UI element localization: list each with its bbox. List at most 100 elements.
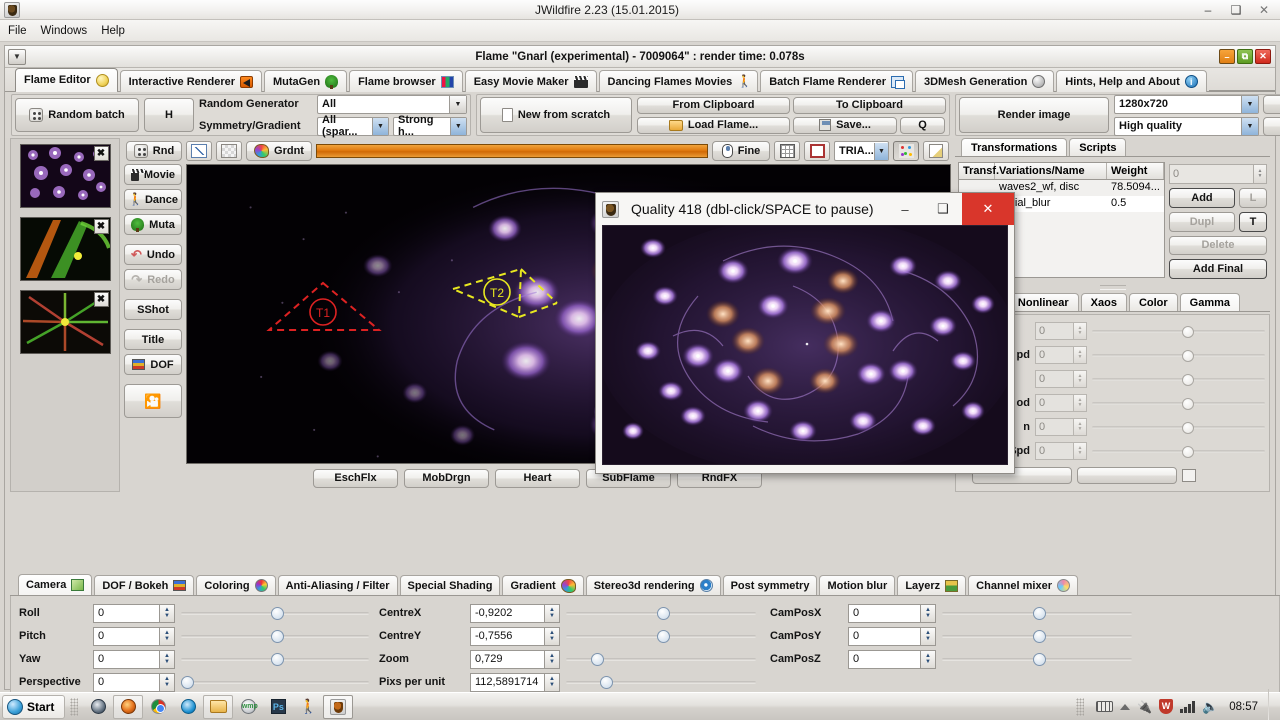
quality-maximize-button[interactable]: ❑ bbox=[924, 193, 962, 225]
camposz-field[interactable]: 0 ▲ ▼ bbox=[848, 649, 936, 669]
show-frame-button[interactable] bbox=[804, 141, 830, 161]
start-button[interactable]: Start bbox=[2, 694, 66, 719]
frame-restore-button[interactable]: ⧉ bbox=[1237, 49, 1253, 64]
camposy-field[interactable]: 0 ▲ ▼ bbox=[848, 626, 936, 646]
gradient-button[interactable]: Grdnt bbox=[246, 141, 312, 161]
speaker-icon[interactable]: 🔈 bbox=[1202, 699, 1218, 715]
t-button[interactable]: T bbox=[1239, 211, 1267, 232]
gamma-slider[interactable] bbox=[1092, 346, 1265, 364]
to-clipboard-button[interactable]: To Clipboard bbox=[793, 96, 946, 114]
camposz-slider[interactable] bbox=[942, 649, 1132, 669]
tab-coloring[interactable]: Coloring bbox=[196, 575, 276, 595]
spinner-arrows-icon[interactable]: ▲ ▼ bbox=[1073, 395, 1086, 411]
taskbar-opera-icon[interactable] bbox=[83, 695, 113, 719]
centrex-field[interactable]: -0,9202 ▲ ▼ bbox=[470, 603, 560, 623]
dance-button[interactable]: 🚶 Dance bbox=[124, 189, 182, 210]
tab-interactive-renderer[interactable]: Interactive Renderer bbox=[119, 70, 263, 92]
spinner-arrows-icon[interactable]: ▲ ▼ bbox=[920, 627, 935, 645]
save-button[interactable]: Save... bbox=[793, 116, 897, 134]
from-clipboard-button[interactable]: From Clipboard bbox=[637, 96, 790, 114]
gamma-slider[interactable] bbox=[1092, 442, 1265, 460]
resolution-options-button[interactable]: ... bbox=[1263, 94, 1280, 114]
camposx-slider[interactable] bbox=[942, 603, 1132, 623]
menu-item-file[interactable]: File bbox=[8, 25, 27, 37]
zoom-slider[interactable] bbox=[566, 649, 756, 669]
rnd-button[interactable]: Rnd bbox=[126, 141, 182, 161]
taskbar-photoshop-icon[interactable]: Ps bbox=[263, 695, 293, 719]
gamma-spinner[interactable]: 0 ▲ ▼ bbox=[1035, 418, 1087, 436]
pitch-slider[interactable] bbox=[181, 626, 369, 646]
minimize-button[interactable]: – bbox=[1194, 1, 1222, 19]
roll-slider[interactable] bbox=[181, 603, 369, 623]
tab-easy-movie-maker[interactable]: Easy Movie Maker bbox=[464, 70, 597, 92]
taskbar-firefox-icon[interactable] bbox=[113, 694, 144, 719]
random-generator-combo[interactable]: All ▼ bbox=[317, 94, 467, 114]
close-icon[interactable]: ✖ bbox=[93, 146, 109, 161]
quality-close-button[interactable]: ✕ bbox=[962, 193, 1014, 225]
taskbar-ie-icon[interactable] bbox=[173, 695, 203, 719]
frame-close-button[interactable]: ✕ bbox=[1255, 49, 1271, 64]
menu-item-windows[interactable]: Windows bbox=[41, 25, 88, 37]
taskbar-explorer-icon[interactable] bbox=[203, 694, 234, 719]
spinner-arrows-icon[interactable]: ▲ ▼ bbox=[544, 673, 559, 691]
quality-minimize-button[interactable]: – bbox=[886, 193, 924, 225]
frame-minimize-button[interactable]: – bbox=[1219, 49, 1235, 64]
transform-triangle-t1[interactable]: T1 bbox=[265, 275, 385, 345]
taskbar-runner-icon[interactable]: 🚶 bbox=[293, 695, 323, 719]
dof-button[interactable]: DOF bbox=[124, 354, 182, 375]
spinner-arrows-icon[interactable]: ▲ ▼ bbox=[1073, 347, 1086, 363]
new-from-scratch-button[interactable]: New from scratch bbox=[480, 97, 632, 133]
transparency-button[interactable] bbox=[216, 141, 242, 161]
q-button[interactable]: Q bbox=[900, 116, 945, 134]
spinner-arrows-icon[interactable]: ▲ ▼ bbox=[920, 604, 935, 622]
sshot-button[interactable]: SShot bbox=[124, 299, 182, 320]
spinner-arrows-icon[interactable]: ▲ ▼ bbox=[544, 627, 559, 645]
tab-post-symmetry[interactable]: Post symmetry bbox=[722, 575, 818, 595]
close-icon[interactable]: ✖ bbox=[93, 292, 109, 307]
tab-channel-mixer[interactable]: Channel mixer bbox=[968, 575, 1078, 595]
tab-nonlinear[interactable]: Nonlinear bbox=[1007, 293, 1079, 311]
close-icon[interactable]: ✖ bbox=[93, 219, 109, 234]
taskbar-media-player-icon[interactable]: wmp bbox=[233, 695, 263, 719]
tab-layerz[interactable]: Layerz bbox=[897, 575, 967, 595]
resolution-combo[interactable]: 1280x720 ▼ bbox=[1114, 94, 1259, 114]
spinner-arrows-icon[interactable]: ▲ ▼ bbox=[544, 650, 559, 668]
show-grid-button[interactable] bbox=[774, 141, 800, 161]
spinner-arrows-icon[interactable]: ▲ ▼ bbox=[1253, 165, 1266, 183]
redo-button[interactable]: ↷ Redo bbox=[124, 269, 182, 290]
spinner-arrows-icon[interactable]: ▲ ▼ bbox=[544, 604, 559, 622]
gamma-spinner[interactable]: 0 ▲ ▼ bbox=[1035, 322, 1087, 340]
tab-dof-bokeh[interactable]: DOF / Bokeh bbox=[94, 575, 195, 595]
h-button[interactable]: H bbox=[144, 98, 194, 132]
delete-transform-button[interactable]: Delete bbox=[1168, 235, 1267, 255]
mobdrgn-button[interactable]: MobDrgn bbox=[404, 468, 489, 488]
tab-camera[interactable]: Camera bbox=[18, 574, 93, 595]
spinner-arrows-icon[interactable]: ▲ ▼ bbox=[159, 673, 174, 691]
notes-button[interactable] bbox=[923, 141, 949, 161]
tray-grip[interactable] bbox=[1076, 697, 1085, 716]
tab-motion-blur[interactable]: Motion blur bbox=[819, 575, 896, 595]
menu-item-help[interactable]: Help bbox=[101, 25, 125, 37]
camposx-field[interactable]: 0 ▲ ▼ bbox=[848, 603, 936, 623]
transform-triangle-t2[interactable]: T2 bbox=[445, 261, 565, 341]
thumbnail-item[interactable]: ✖ bbox=[19, 144, 111, 208]
pixs-per-unit-field[interactable]: 112,5891714 ▲ ▼ bbox=[470, 672, 560, 692]
taskbar-grip[interactable] bbox=[70, 697, 79, 716]
heart-button[interactable]: Heart bbox=[495, 468, 580, 488]
spinner-arrows-icon[interactable]: ▲ ▼ bbox=[1073, 371, 1086, 387]
add-final-transform-button[interactable]: Add Final bbox=[1168, 259, 1267, 279]
maximize-button[interactable]: ❑ bbox=[1222, 1, 1250, 19]
thumbnail-item[interactable]: ✖ bbox=[19, 217, 111, 281]
gamma-slider[interactable] bbox=[1092, 394, 1265, 412]
gamma-spinner[interactable]: 0 ▲ ▼ bbox=[1035, 442, 1087, 460]
tab-flame-editor[interactable]: Flame Editor bbox=[15, 68, 118, 92]
add-transform-button[interactable]: Add bbox=[1168, 187, 1235, 208]
random-batch-button[interactable]: Random batch bbox=[15, 98, 139, 132]
tab-stereo3d-rendering[interactable]: Stereo3d rendering bbox=[585, 575, 721, 595]
yaw-field[interactable]: 0 ▲ ▼ bbox=[93, 649, 175, 669]
taskbar-jwildfire-icon[interactable] bbox=[323, 694, 354, 719]
eject-icon[interactable] bbox=[1120, 703, 1131, 710]
gamma-action-button-2[interactable] bbox=[1077, 466, 1177, 484]
gamma-spinner[interactable]: 0 ▲ ▼ bbox=[1035, 370, 1087, 388]
spinner-arrows-icon[interactable]: ▲ ▼ bbox=[1073, 443, 1086, 459]
